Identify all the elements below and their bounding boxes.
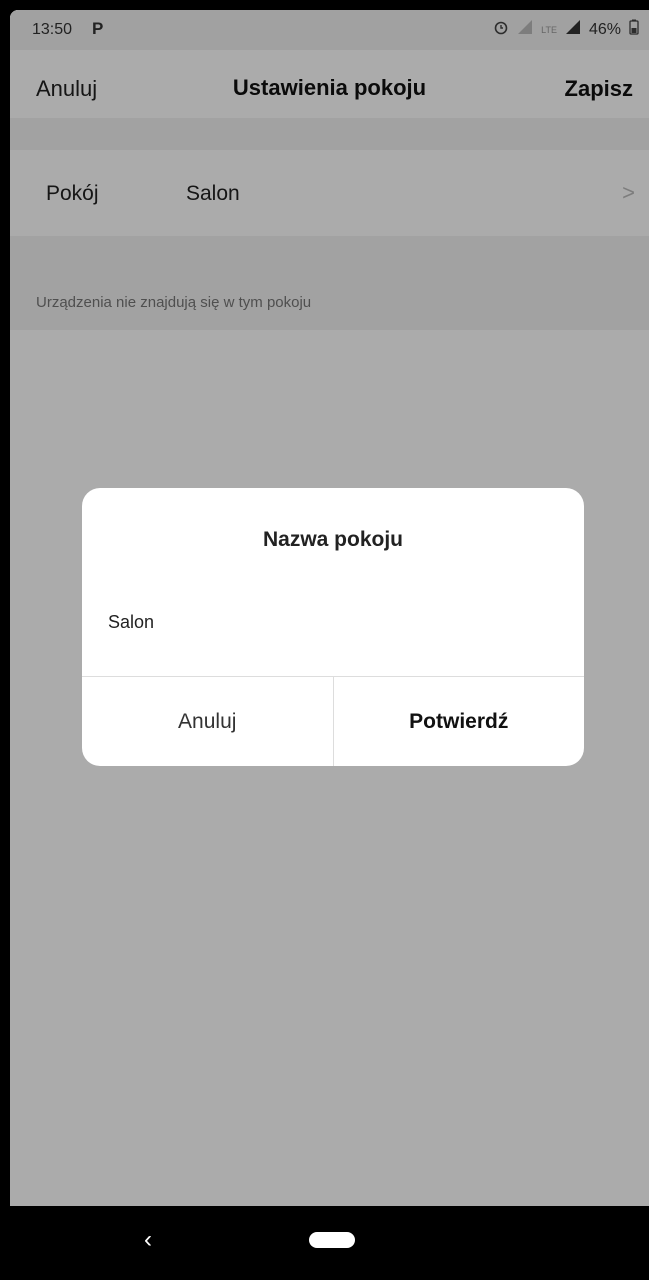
dialog-confirm-button[interactable]: Potwierdź bbox=[332, 677, 585, 766]
back-icon[interactable]: ‹ bbox=[144, 1226, 152, 1254]
room-name-input[interactable] bbox=[108, 612, 548, 633]
room-name-dialog: Nazwa pokoju Anuluj Potwierdź bbox=[82, 488, 584, 766]
home-button[interactable] bbox=[309, 1232, 355, 1248]
dialog-title: Nazwa pokoju bbox=[262, 528, 404, 551]
navigation-bar: ‹ bbox=[0, 1206, 649, 1280]
app-screen: 13:50 P LTE 46% Anuluj Ustawienia pokoju… bbox=[10, 10, 649, 1206]
dialog-buttons: Anuluj Potwierdź bbox=[82, 677, 584, 766]
dialog-cancel-button[interactable]: Anuluj bbox=[82, 677, 333, 766]
